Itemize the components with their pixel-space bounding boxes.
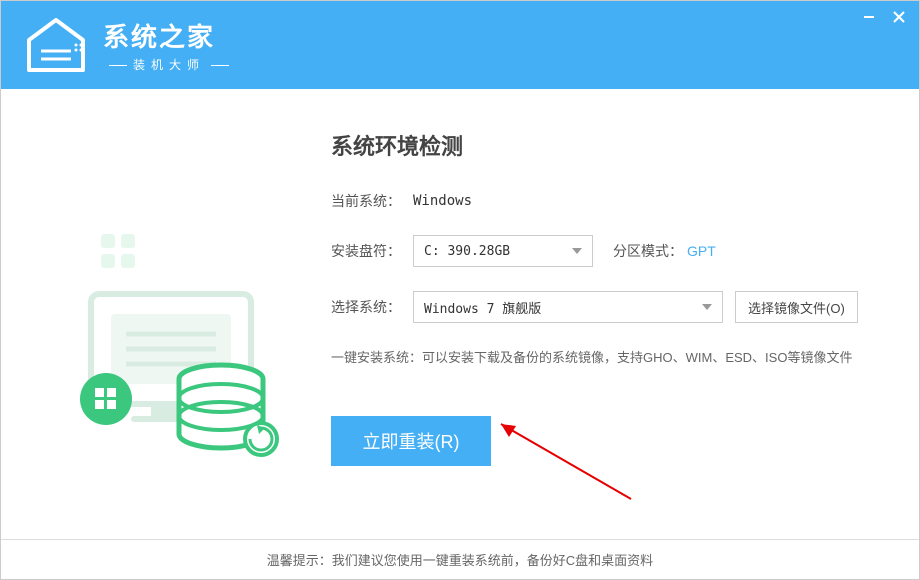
install-drive-label: 安装盘符： bbox=[331, 241, 413, 261]
close-button[interactable] bbox=[891, 9, 907, 25]
app-window: 系统之家 装机大师 bbox=[0, 0, 920, 580]
house-logo-icon bbox=[21, 15, 91, 75]
title-bar: 系统之家 装机大师 bbox=[1, 1, 919, 89]
section-title: 系统环境检测 bbox=[331, 129, 889, 161]
chevron-down-icon bbox=[572, 248, 582, 254]
reinstall-button[interactable]: 立即重装(R) bbox=[331, 416, 491, 466]
app-title: 系统之家 bbox=[103, 17, 235, 54]
partition-mode-value: GPT bbox=[687, 243, 716, 259]
minimize-button[interactable] bbox=[861, 9, 877, 25]
app-subtitle: 装机大师 bbox=[103, 56, 235, 73]
illustration bbox=[31, 119, 311, 529]
chevron-down-icon bbox=[702, 304, 712, 310]
install-drive-select[interactable]: C: 390.28GB bbox=[413, 235, 593, 267]
select-system-value: Windows 7 旗舰版 bbox=[424, 298, 541, 317]
install-drive-value: C: 390.28GB bbox=[424, 244, 510, 259]
browse-image-button[interactable]: 选择镜像文件(O) bbox=[735, 291, 858, 323]
install-hint: 一键安装系统：可以安装下载及备份的系统镜像，支持GHO、WIM、ESD、ISO等… bbox=[331, 347, 889, 366]
current-system-value: Windows bbox=[413, 193, 472, 209]
select-system-select[interactable]: Windows 7 旗舰版 bbox=[413, 291, 723, 323]
main-content: 系统环境检测 当前系统： Windows 安装盘符： C: 390.28GB 分… bbox=[1, 89, 919, 539]
current-system-label: 当前系统： bbox=[331, 191, 413, 211]
logo: 系统之家 装机大师 bbox=[21, 15, 235, 75]
footer-tip: 温馨提示：我们建议您使用一键重装系统前，备份好C盘和桌面资料 bbox=[1, 539, 919, 579]
partition-mode-label: 分区模式： bbox=[613, 243, 683, 259]
select-system-label: 选择系统： bbox=[331, 297, 413, 317]
